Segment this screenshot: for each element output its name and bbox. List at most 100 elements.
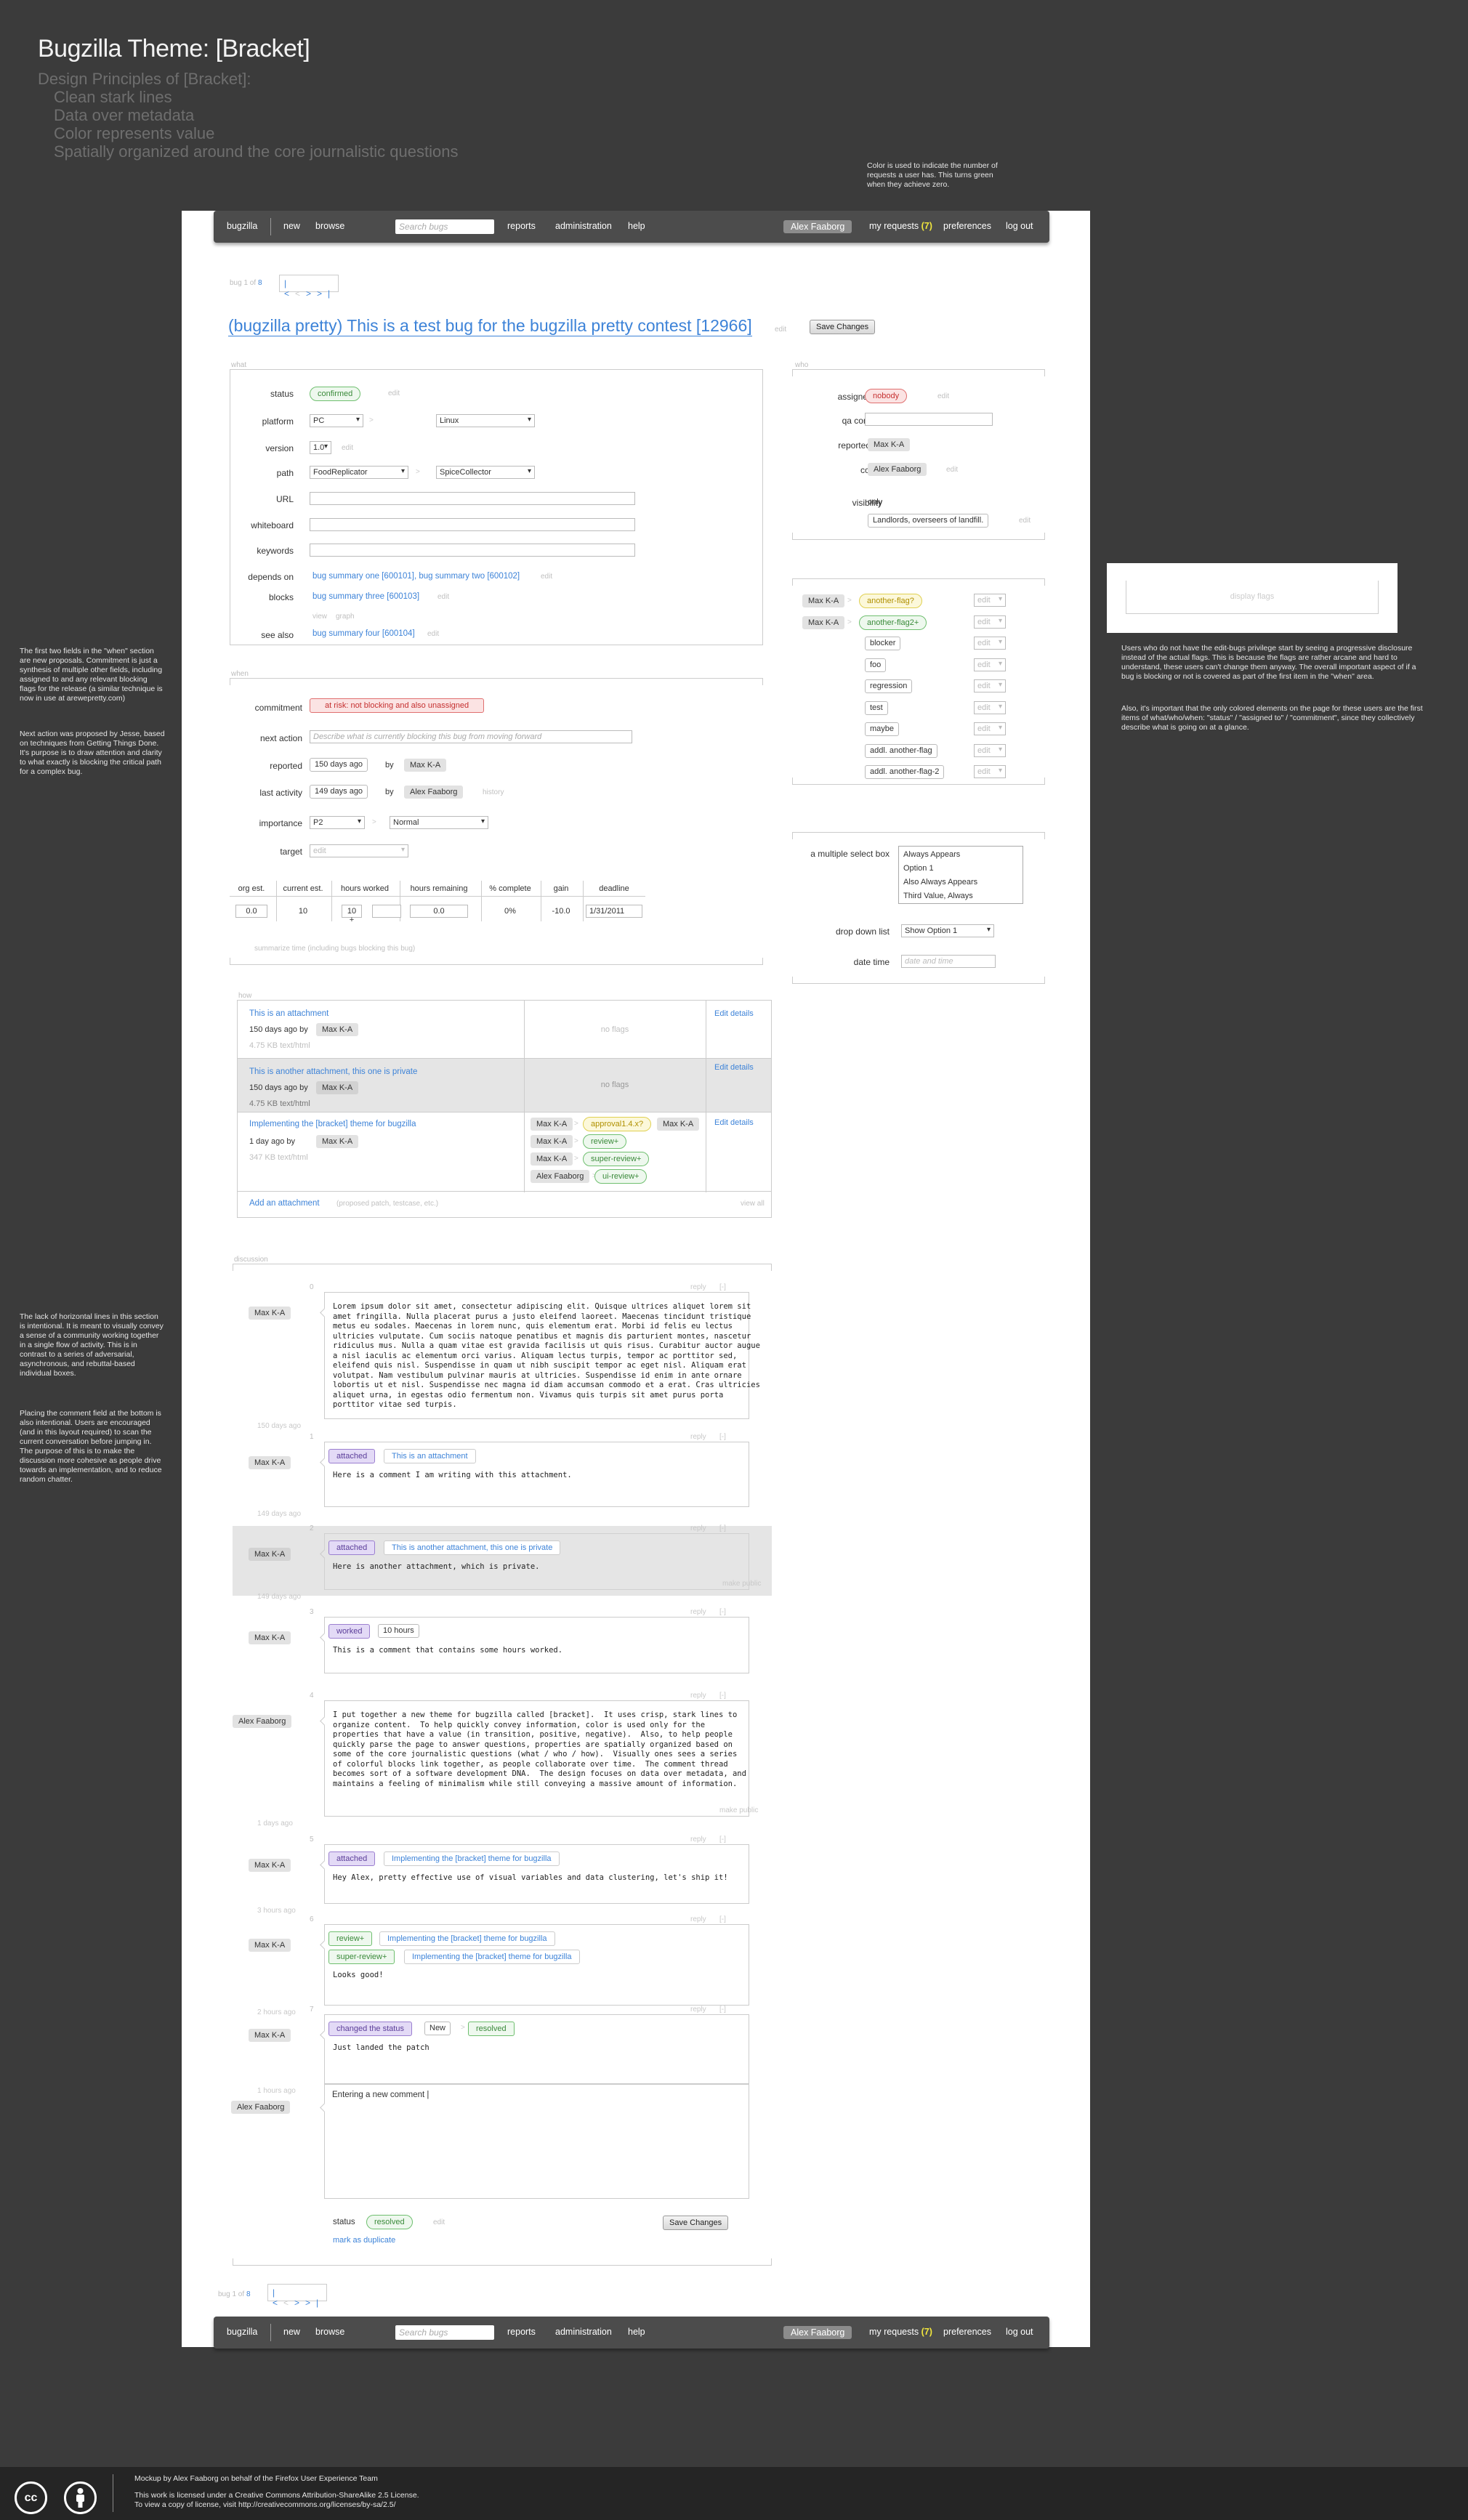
flag-value[interactable]: another-flag2+ bbox=[859, 615, 927, 630]
flag-select[interactable]: edit bbox=[974, 722, 1006, 735]
attachment-flag[interactable]: ui-review+ bbox=[594, 1169, 648, 1184]
dropdown-select[interactable]: Show Option 1 bbox=[901, 924, 994, 937]
collapse-toggle[interactable]: [-] bbox=[719, 1433, 726, 1441]
seealso-link[interactable]: bug summary four [600104] bbox=[312, 629, 415, 638]
assigned-badge[interactable]: nobody bbox=[865, 389, 908, 403]
nav-reports[interactable]: reports bbox=[507, 2327, 536, 2337]
new-status-badge[interactable]: resolved bbox=[366, 2215, 413, 2229]
attachment-flag[interactable]: review+ bbox=[583, 1134, 627, 1149]
mark-duplicate-link[interactable]: mark as duplicate bbox=[333, 2236, 395, 2245]
whiteboard-input[interactable] bbox=[310, 518, 635, 531]
pager-count[interactable]: 8 bbox=[258, 279, 262, 287]
flag-select[interactable]: edit bbox=[974, 615, 1006, 629]
reply-link[interactable]: reply bbox=[690, 1433, 706, 1441]
time-input[interactable]: 0.0 bbox=[235, 905, 267, 918]
view-all-link[interactable]: view all bbox=[741, 1200, 765, 1208]
comment-tag-value[interactable]: Implementing the [bracket] theme for bug… bbox=[384, 1851, 560, 1866]
collapse-toggle[interactable]: [-] bbox=[719, 1836, 726, 1843]
time-input[interactable]: 1/31/2011 bbox=[586, 905, 642, 918]
blocks-graph-link[interactable]: graph bbox=[336, 613, 355, 621]
multi-select-option[interactable]: Always Appears bbox=[903, 848, 1018, 862]
time-input[interactable]: 0.0 bbox=[410, 905, 468, 918]
depends-edit-link[interactable]: edit bbox=[541, 573, 552, 581]
nav-preferences[interactable]: preferences bbox=[943, 2327, 991, 2337]
make-private-link[interactable]: make public bbox=[722, 1580, 761, 1588]
flag-setter[interactable]: Max K-A bbox=[802, 615, 845, 629]
flag-requestee[interactable]: Max K-A bbox=[657, 1118, 700, 1131]
flag-setter[interactable]: Max K-A bbox=[531, 1118, 573, 1131]
nav-browse[interactable]: browse bbox=[315, 2327, 344, 2337]
nav-brand[interactable]: bugzilla bbox=[227, 2327, 257, 2337]
attachment-row-private[interactable]: This is another attachment, this one is … bbox=[238, 1059, 771, 1112]
priority-select[interactable]: P2 bbox=[310, 816, 365, 829]
title-edit-link[interactable]: edit bbox=[775, 326, 786, 334]
reply-link[interactable]: reply bbox=[690, 1915, 706, 1923]
attachment-title-link[interactable]: This is another attachment, this one is … bbox=[249, 1067, 417, 1076]
pager-count[interactable]: 8 bbox=[246, 2290, 251, 2298]
pager-next-button[interactable]: > bbox=[294, 2298, 305, 2308]
flag-select[interactable]: edit bbox=[974, 700, 1006, 714]
attachment-title-link[interactable]: Implementing the [bracket] theme for bug… bbox=[249, 1120, 416, 1128]
os-select[interactable]: Linux bbox=[436, 414, 535, 427]
flag-select[interactable]: edit bbox=[974, 743, 1006, 757]
nav-logout[interactable]: log out bbox=[1006, 221, 1033, 231]
assigned-edit-link[interactable]: edit bbox=[937, 392, 949, 400]
flag-setter[interactable]: Max K-A bbox=[531, 1152, 573, 1166]
nav-browse[interactable]: browse bbox=[315, 221, 344, 231]
comment-tag-value[interactable]: 10 hours bbox=[378, 1624, 419, 1638]
comment-tag-value[interactable]: This is an attachment bbox=[384, 1449, 476, 1463]
collapse-toggle[interactable]: [-] bbox=[719, 1524, 726, 1532]
pager-prev-button[interactable]: < bbox=[295, 288, 306, 299]
save-comment-button[interactable]: Save Changes bbox=[663, 2216, 729, 2230]
collapse-toggle[interactable]: [-] bbox=[719, 1915, 726, 1923]
flag-select[interactable]: edit bbox=[974, 765, 1006, 778]
reply-link[interactable]: reply bbox=[690, 1692, 706, 1700]
target-select[interactable]: edit bbox=[310, 844, 408, 857]
search-input[interactable]: Search bugs bbox=[395, 2325, 494, 2340]
platform-select[interactable]: PC bbox=[310, 414, 363, 427]
collapse-toggle[interactable]: [-] bbox=[719, 1608, 726, 1616]
status-edit-link[interactable]: edit bbox=[388, 389, 400, 397]
pager-last-button[interactable]: >| bbox=[305, 2298, 324, 2308]
version-edit-link[interactable]: edit bbox=[342, 444, 353, 452]
comment-author[interactable]: Max K-A bbox=[249, 1859, 291, 1872]
attachment-row[interactable]: This is an attachment 150 days ago by Ma… bbox=[238, 1001, 771, 1059]
datetime-input[interactable]: date and time bbox=[901, 955, 996, 968]
collapse-toggle[interactable]: [-] bbox=[719, 1692, 726, 1700]
multi-select-option[interactable]: Also Always Appears bbox=[903, 876, 1018, 889]
comment-author[interactable]: Max K-A bbox=[249, 1307, 291, 1320]
new-comment-textarea[interactable]: Entering a new comment | bbox=[324, 2084, 749, 2199]
next-action-input[interactable]: Describe what is currently blocking this… bbox=[310, 730, 632, 743]
nav-administration[interactable]: administration bbox=[555, 2327, 612, 2337]
attachment-user[interactable]: Max K-A bbox=[316, 1023, 359, 1036]
nav-user[interactable]: Alex Faaborg bbox=[783, 2326, 852, 2339]
multi-select-box[interactable]: Always Appears Option 1 Also Always Appe… bbox=[898, 846, 1023, 904]
reply-link[interactable]: reply bbox=[690, 1836, 706, 1843]
qa-input[interactable] bbox=[865, 413, 993, 426]
new-status-edit-link[interactable]: edit bbox=[433, 2218, 445, 2226]
reply-link[interactable]: reply bbox=[690, 1524, 706, 1532]
attachment-flag[interactable]: super-review+ bbox=[583, 1152, 650, 1166]
url-input[interactable] bbox=[310, 492, 635, 505]
comment-tag-value[interactable]: Implementing the [bracket] theme for bug… bbox=[379, 1931, 555, 1946]
summarize-time-link[interactable]: summarize time (including bugs blocking … bbox=[254, 945, 415, 953]
attachment-flag[interactable]: approval1.4.x? bbox=[583, 1117, 652, 1131]
severity-select[interactable]: Normal bbox=[390, 816, 488, 829]
pager-prev-button[interactable]: < bbox=[283, 2298, 294, 2308]
cc-edit-link[interactable]: edit bbox=[946, 466, 958, 474]
history-link[interactable]: history bbox=[483, 788, 504, 796]
search-input[interactable]: Search bugs bbox=[395, 219, 494, 234]
edit-details-link[interactable]: Edit details bbox=[714, 1063, 754, 1072]
flag-value[interactable]: another-flag? bbox=[859, 594, 922, 608]
component-select[interactable]: SpiceCollector bbox=[436, 466, 535, 479]
pager-next-button[interactable]: > bbox=[306, 288, 317, 299]
keywords-input[interactable] bbox=[310, 544, 635, 557]
add-attachment-link[interactable]: Add an attachment bbox=[249, 1199, 320, 1208]
comment-author[interactable]: Max K-A bbox=[249, 2029, 291, 2042]
collapse-toggle[interactable]: [-] bbox=[719, 1283, 726, 1291]
flag-select[interactable]: edit bbox=[974, 679, 1006, 692]
nav-my-requests[interactable]: my requests (7) bbox=[869, 221, 932, 231]
blocks-edit-link[interactable]: edit bbox=[437, 593, 449, 601]
cc-user[interactable]: Alex Faaborg bbox=[868, 463, 927, 476]
nav-logout[interactable]: log out bbox=[1006, 2327, 1033, 2337]
